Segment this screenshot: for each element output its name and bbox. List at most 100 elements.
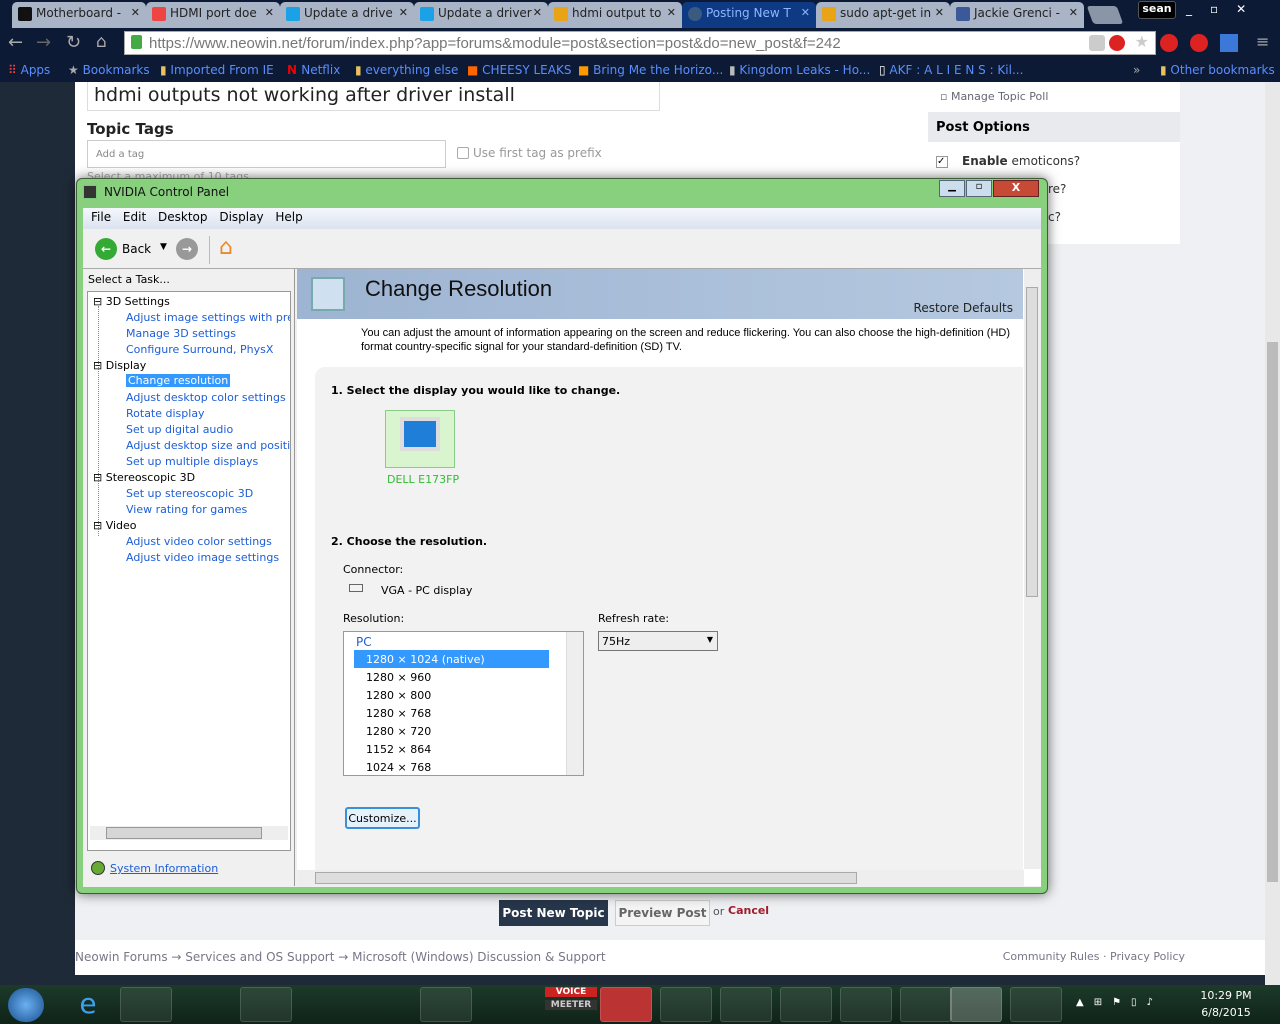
system-information-link[interactable]: System Information xyxy=(110,862,218,875)
chrome-icon[interactable] xyxy=(120,987,172,1022)
browser-tab[interactable]: hdmi output to ✕ xyxy=(548,2,682,28)
preview-post-button[interactable]: Preview Post xyxy=(615,900,710,926)
menu-help[interactable]: Help xyxy=(275,210,302,224)
abp-icon[interactable] xyxy=(1190,34,1208,52)
close-tab-icon[interactable]: ✕ xyxy=(399,6,408,19)
browser-tab[interactable]: Motherboard - ✕ xyxy=(12,2,146,28)
browser-tab[interactable]: Jackie Grenci - ✕ xyxy=(950,2,1084,28)
post-new-topic-button[interactable]: Post New Topic xyxy=(499,900,608,926)
tree-item[interactable]: Adjust video color settings xyxy=(126,535,272,548)
bookmark[interactable]: ■ Bring Me the Horizo... xyxy=(578,63,723,77)
page-scrollbar[interactable] xyxy=(1265,82,1280,985)
browser-tab[interactable]: HDMI port doe ✕ xyxy=(146,2,280,28)
use-first-tag-checkbox[interactable] xyxy=(457,147,469,159)
address-bar[interactable]: https://www.neowin.net/forum/index.php?a… xyxy=(124,31,1156,55)
bookmark[interactable]: N Netflix xyxy=(287,63,340,77)
toolbox-icon[interactable] xyxy=(1010,987,1062,1022)
scrollbar-thumb[interactable] xyxy=(106,827,262,839)
tree-group-stereoscopic[interactable]: ⊟ Stereoscopic 3D xyxy=(93,471,195,484)
customize-button[interactable]: Customize... xyxy=(345,807,420,829)
close-tab-icon[interactable]: ✕ xyxy=(801,6,810,19)
new-tab-button[interactable] xyxy=(1086,6,1124,24)
close-tab-icon[interactable]: ✕ xyxy=(667,6,676,19)
scrollbar-thumb[interactable] xyxy=(315,872,857,884)
display-tile[interactable] xyxy=(385,410,455,468)
translate-icon[interactable] xyxy=(1220,34,1238,52)
clock[interactable]: 10:29 PM 6/8/2015 xyxy=(1196,989,1256,1019)
tree-item[interactable]: Set up digital audio xyxy=(126,423,233,436)
app-icon[interactable] xyxy=(300,987,352,1022)
start-button[interactable] xyxy=(8,988,44,1022)
resolution-option-selected[interactable]: 1280 × 1024 (native) xyxy=(354,650,549,668)
close-tab-icon[interactable]: ✕ xyxy=(533,6,542,19)
nvidia-icon[interactable] xyxy=(420,987,472,1022)
tree-group-3d-settings[interactable]: ⊟ 3D Settings xyxy=(93,295,170,308)
tree-item[interactable]: Set up stereoscopic 3D xyxy=(126,487,253,500)
tree-group-video[interactable]: ⊟ Video xyxy=(93,519,137,532)
nvidia-control-panel-taskbar-icon[interactable] xyxy=(950,987,1002,1022)
shield-icon[interactable] xyxy=(1089,35,1105,51)
community-rules-link[interactable]: Community Rules xyxy=(1003,950,1100,963)
toolbox-icon[interactable] xyxy=(840,987,892,1022)
spotify-icon[interactable] xyxy=(720,987,772,1022)
topic-title-input[interactable]: hdmi outputs not working after driver in… xyxy=(87,82,660,111)
back-arrow-icon[interactable]: ← xyxy=(95,238,117,260)
bookmark-apps[interactable]: ⠿ Apps xyxy=(8,63,50,77)
app-icon[interactable] xyxy=(480,987,532,1022)
star-icon[interactable]: ★ xyxy=(1135,32,1149,51)
tree-item[interactable]: View rating for games xyxy=(126,503,247,516)
forward-arrow-icon[interactable]: → xyxy=(176,238,198,260)
browser-tab-active[interactable]: Posting New T ✕ xyxy=(682,2,816,28)
restore-defaults-link[interactable]: Restore Defaults xyxy=(914,301,1013,315)
content-hscrollbar[interactable] xyxy=(297,870,1024,886)
forward-icon[interactable]: → xyxy=(36,32,51,53)
resolution-option[interactable]: 1280 × 768 xyxy=(344,704,583,722)
adblock-icon[interactable] xyxy=(1160,34,1178,52)
system-tray-icons[interactable]: ▲⊞⚑▯♪ xyxy=(1076,997,1163,1008)
browser-tab[interactable]: sudo apt-get in ✕ xyxy=(816,2,950,28)
steam-icon[interactable] xyxy=(240,987,292,1022)
close-button[interactable]: X xyxy=(993,180,1039,197)
back-icon[interactable]: ← xyxy=(8,32,23,53)
minimize-button[interactable]: ▁ xyxy=(939,180,965,197)
menu-edit[interactable]: Edit xyxy=(123,210,146,224)
more-bookmarks-icon[interactable]: » xyxy=(1133,63,1140,77)
browser-tab[interactable]: Update a drive ✕ xyxy=(280,2,414,28)
back-dropdown-icon[interactable]: ▼ xyxy=(160,242,167,252)
tree-item[interactable]: Adjust desktop color settings xyxy=(126,391,286,404)
menu-file[interactable]: File xyxy=(91,210,111,224)
tree-item[interactable]: Adjust image settings with preview xyxy=(126,311,290,324)
bookmark[interactable]: ▮ everything else xyxy=(355,63,458,77)
back-button[interactable]: Back xyxy=(122,242,151,256)
skype-icon[interactable] xyxy=(660,987,712,1022)
resolution-option[interactable]: 1024 × 768 xyxy=(344,758,583,775)
bookmark[interactable]: ▮ Imported From IE xyxy=(160,63,274,77)
voicemeeter-icon[interactable]: VOICE MEETER xyxy=(545,987,597,1022)
resolution-option[interactable]: 1280 × 720 xyxy=(344,722,583,740)
menu-desktop[interactable]: Desktop xyxy=(158,210,208,224)
close-tab-icon[interactable]: ✕ xyxy=(131,6,140,19)
menu-display[interactable]: Display xyxy=(219,210,263,224)
privacy-policy-link[interactable]: Privacy Policy xyxy=(1110,950,1185,963)
maximize-button[interactable]: ▫ xyxy=(966,180,992,197)
emoticons-checkbox[interactable]: ✓ xyxy=(936,156,948,168)
tree-item-selected[interactable]: Change resolution xyxy=(126,374,231,387)
breadcrumb-link[interactable]: Services and OS Support xyxy=(185,950,334,964)
bookmark[interactable]: ★ Bookmarks xyxy=(68,63,150,77)
app-icon[interactable] xyxy=(600,987,652,1022)
other-bookmarks[interactable]: ▮ Other bookmarks xyxy=(1160,63,1275,77)
bookmark[interactable]: ▯ AKF : A L I E N S : Kil... xyxy=(879,63,1023,77)
refresh-rate-select[interactable]: 75Hz ▼ xyxy=(598,631,718,651)
bookmark[interactable]: ■ CHEESY LEAKS xyxy=(467,63,571,77)
close-tab-icon[interactable]: ✕ xyxy=(1069,6,1078,19)
tree-item[interactable]: Set up multiple displays xyxy=(126,455,258,468)
resolution-option[interactable]: 1280 × 960 xyxy=(344,668,583,686)
content-vscrollbar[interactable] xyxy=(1024,269,1041,869)
tree-item[interactable]: Configure Surround, PhysX xyxy=(126,343,273,356)
profile-button[interactable]: sean xyxy=(1138,1,1176,19)
bookmark[interactable]: ▮ Kingdom Leaks - Ho... xyxy=(729,63,870,77)
menu-icon[interactable]: ≡ xyxy=(1256,32,1269,51)
explorer-icon[interactable] xyxy=(182,987,234,1022)
manage-poll-link[interactable]: ▫ Manage Topic Poll xyxy=(940,90,1048,103)
home-icon[interactable]: ⌂ xyxy=(96,32,107,52)
